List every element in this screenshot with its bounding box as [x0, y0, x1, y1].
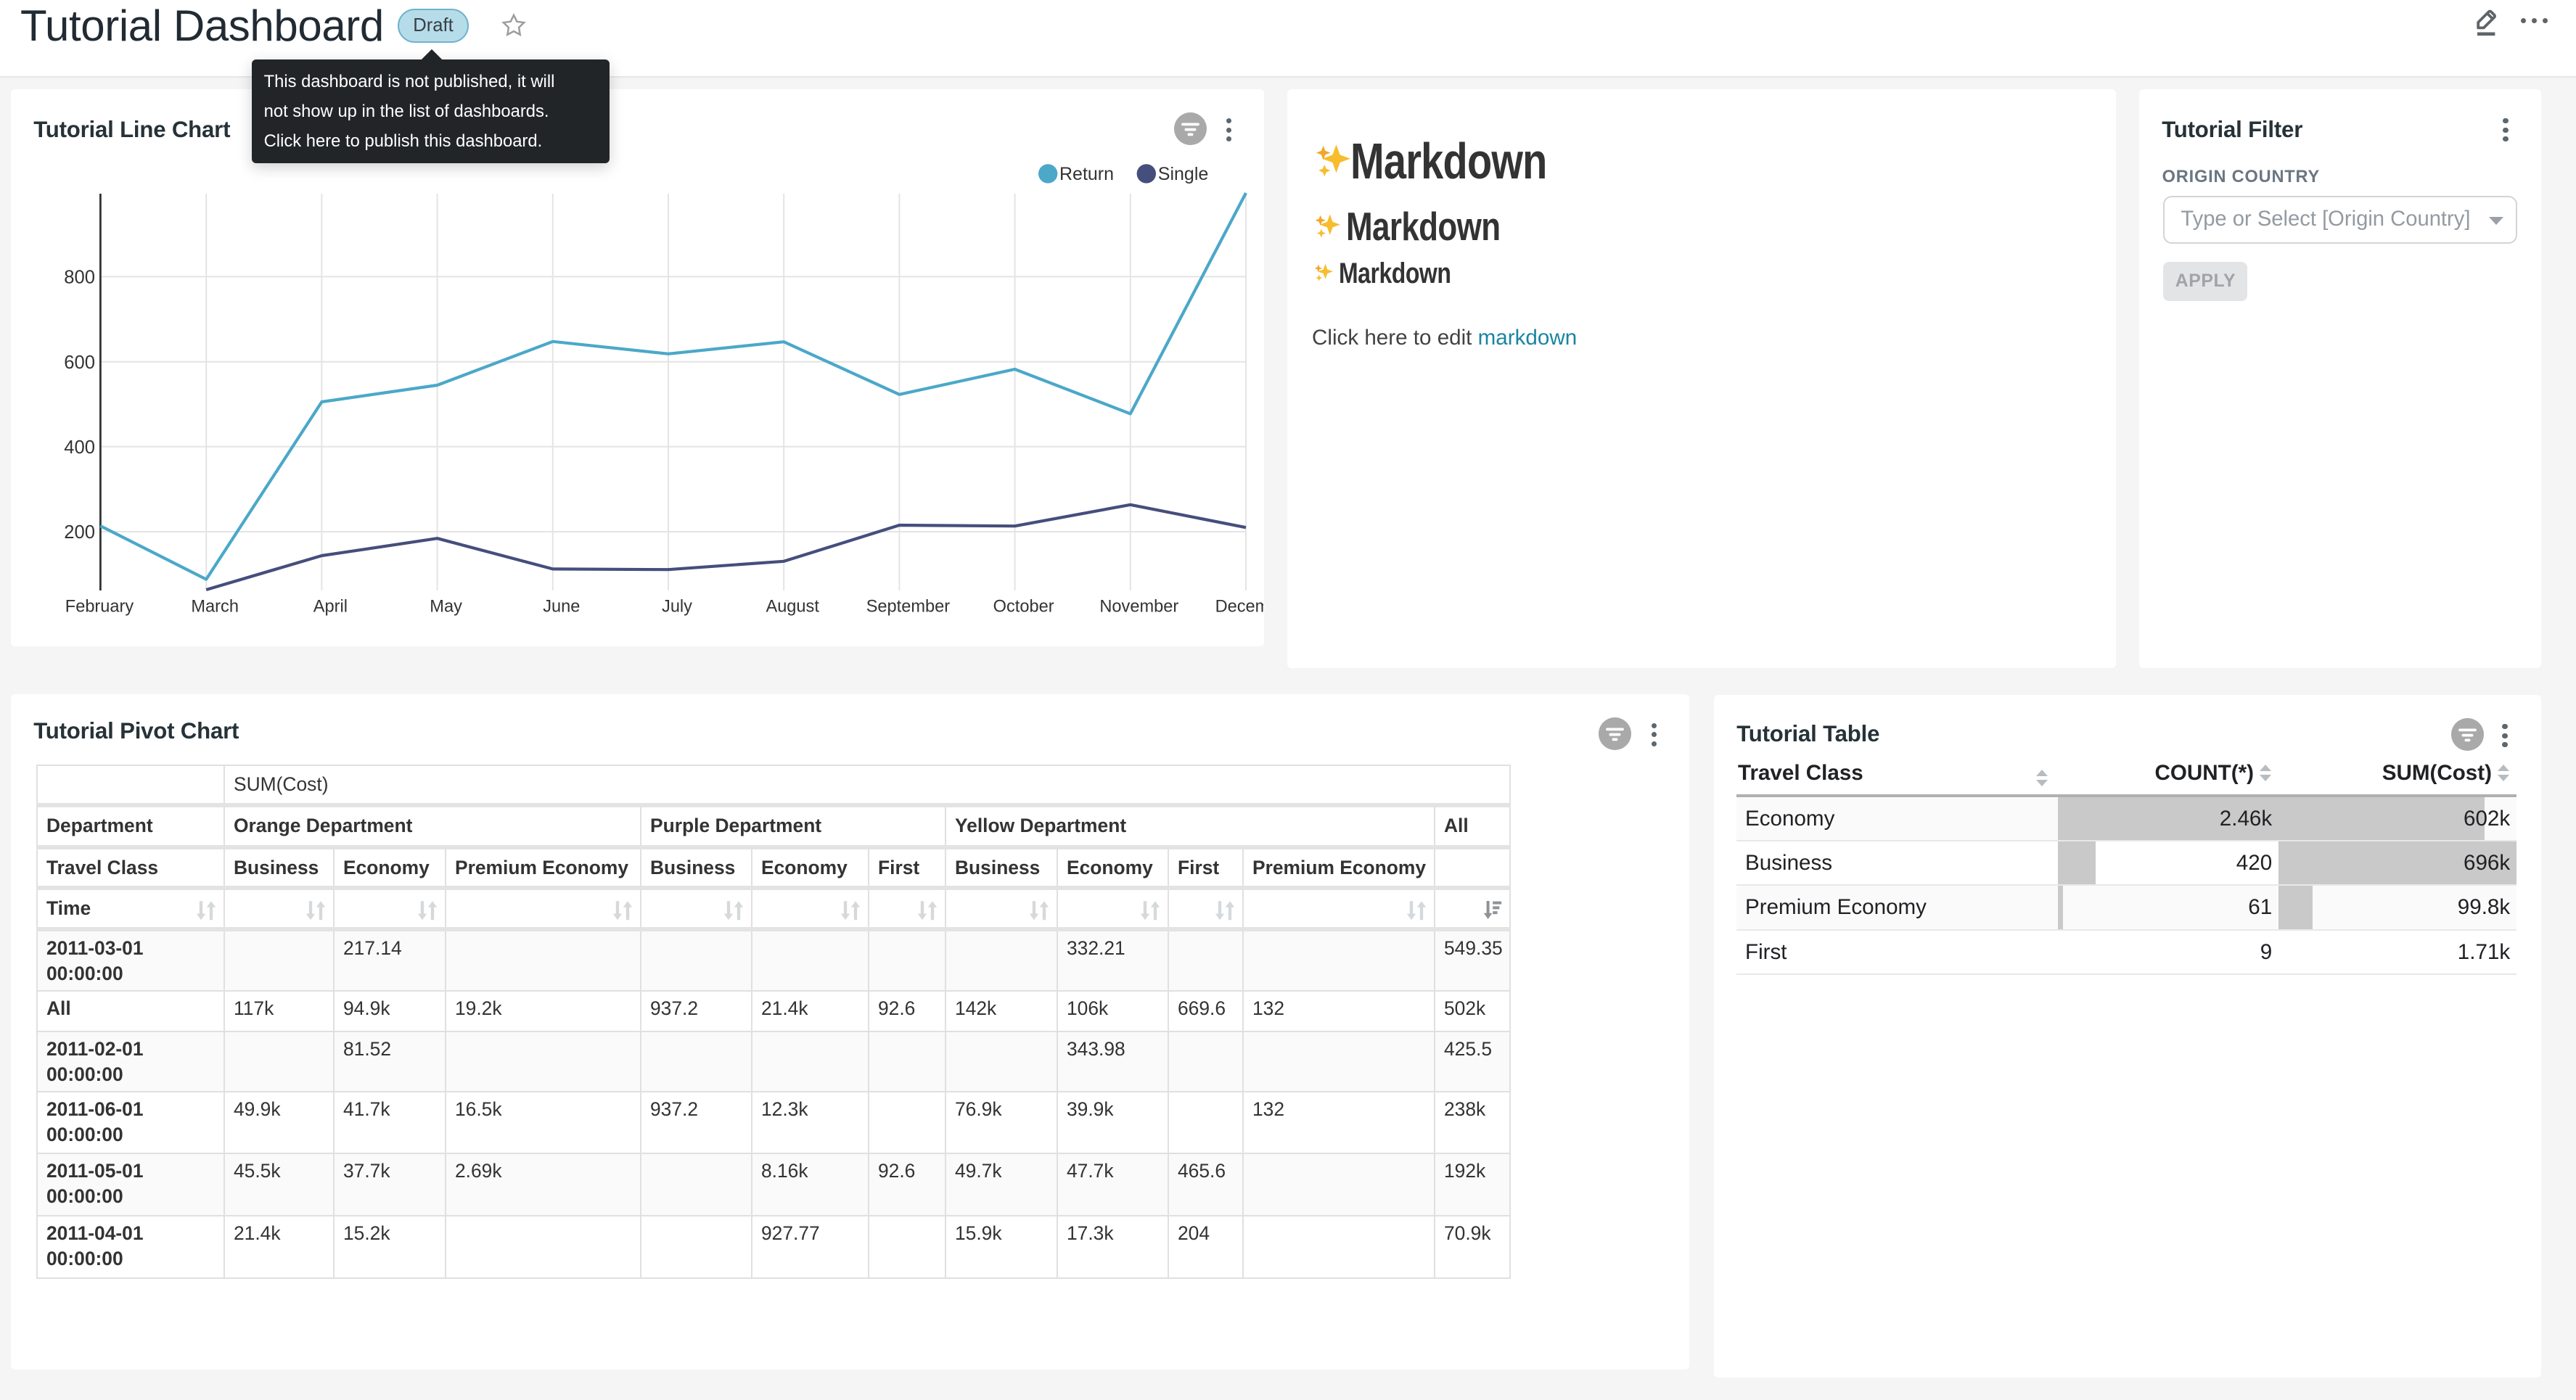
svg-text:Single: Single — [1158, 164, 1209, 184]
svg-text:Return: Return — [1059, 164, 1114, 184]
svg-text:September: September — [866, 598, 951, 617]
svg-text:200: 200 — [64, 522, 95, 543]
svg-text:400: 400 — [64, 437, 95, 458]
svg-text:800: 800 — [64, 267, 95, 287]
svg-text:October: October — [993, 598, 1054, 617]
svg-text:April: April — [313, 598, 348, 617]
svg-text:November: November — [1099, 598, 1178, 617]
svg-text:February: February — [65, 598, 134, 617]
svg-text:March: March — [191, 598, 239, 617]
svg-text:December: December — [1215, 598, 1263, 617]
svg-text:June: June — [543, 598, 580, 617]
svg-text:August: August — [766, 598, 819, 617]
svg-text:600: 600 — [64, 353, 95, 373]
svg-text:July: July — [662, 598, 692, 617]
svg-text:May: May — [430, 598, 462, 617]
